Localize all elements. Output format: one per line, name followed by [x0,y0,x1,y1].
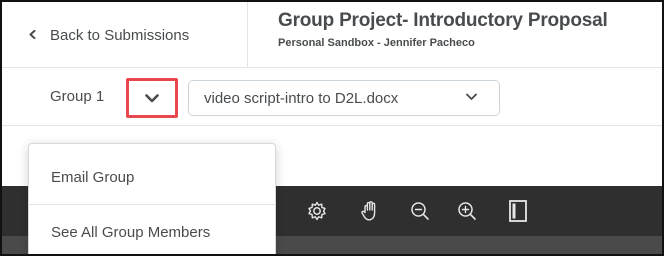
menu-item-email-group[interactable]: Email Group [29,152,275,202]
chevron-down-icon [466,93,477,100]
title-block: Group Project- Introductory Proposal Per… [278,10,608,49]
menu-item-see-all-group-members[interactable]: See All Group Members [29,207,275,254]
group-label: Group 1 [50,88,105,105]
zoom-out-icon[interactable] [407,198,433,224]
chevron-left-icon [29,30,36,39]
app-frame: Back to Submissions Group Project- Intro… [0,0,664,256]
group-menu-toggle-button[interactable] [126,78,178,118]
menu-divider [29,204,275,205]
hand-pan-icon[interactable] [357,198,383,224]
back-to-submissions-button[interactable]: Back to Submissions [2,2,248,68]
submission-toolbar: Group 1 video script-intro to D2L.docx [2,69,662,126]
page-title: Group Project- Introductory Proposal [278,10,608,31]
page-header: Back to Submissions Group Project- Intro… [2,2,662,68]
back-to-submissions-label: Back to Submissions [50,26,190,44]
zoom-in-icon[interactable] [454,198,480,224]
group-dropdown-menu: Email Group See All Group Members [28,143,276,254]
file-select-dropdown[interactable]: video script-intro to D2L.docx [188,80,500,116]
page-subtitle: Personal Sandbox - Jennifer Pacheco [278,37,475,49]
settings-icon[interactable] [304,198,330,224]
fit-page-icon[interactable] [505,198,531,224]
file-select-value: video script-intro to D2L.docx [204,89,399,107]
chevron-down-icon [145,93,159,102]
